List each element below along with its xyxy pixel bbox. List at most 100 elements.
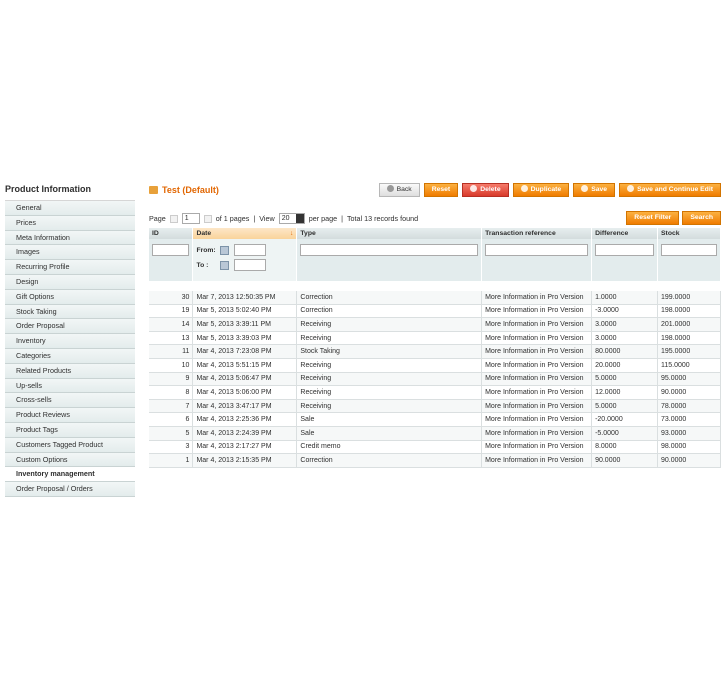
- column-header-difference[interactable]: Difference: [591, 228, 659, 239]
- duplicate-button[interactable]: Duplicate: [512, 183, 570, 197]
- sidebar-item[interactable]: Prices: [5, 215, 135, 231]
- column-header-type[interactable]: Type: [296, 228, 483, 239]
- sidebar-item[interactable]: Up-sells: [5, 378, 135, 394]
- sidebar-item[interactable]: Design: [5, 274, 135, 290]
- cell-date: Mar 5, 2013 3:39:03 PM: [192, 331, 298, 346]
- sidebar-item[interactable]: Categories: [5, 348, 135, 364]
- table-row[interactable]: 10 Mar 4, 2013 5:51:15 PM Receiving More In…: [149, 358, 721, 373]
- cell-id: 13: [149, 331, 194, 346]
- cell-type: Stock Taking: [296, 344, 483, 359]
- calendar-icon[interactable]: [220, 245, 230, 255]
- cell-id: 3: [149, 440, 194, 455]
- cell-stock: 90.0000: [657, 453, 721, 468]
- cell-ref: More Information in Pro Version: [481, 317, 593, 332]
- cell-stock: 195.0000: [657, 344, 721, 359]
- cell-id: 5: [149, 426, 194, 441]
- column-header-transaction-reference[interactable]: Transaction reference: [481, 228, 593, 239]
- back-arrow-icon: [386, 185, 394, 192]
- cell-type: Sale: [296, 412, 483, 427]
- sidebar-item[interactable]: General: [5, 201, 135, 216]
- table-row[interactable]: 13 Mar 5, 2013 3:39:03 PM Receiving More In…: [149, 331, 721, 346]
- cell-date: Mar 4, 2013 2:24:39 PM: [192, 426, 298, 441]
- sidebar-item[interactable]: Gift Options: [5, 289, 135, 305]
- table-row[interactable]: 1 Mar 4, 2013 2:15:35 PM Correction More In…: [149, 453, 721, 468]
- table-row[interactable]: 7 Mar 4, 2013 3:47:17 PM Receiving More Inf…: [149, 399, 721, 414]
- calendar-icon[interactable]: [220, 260, 230, 270]
- sidebar-item[interactable]: Order Proposal: [5, 319, 135, 335]
- sidebar-item[interactable]: Cross-sells: [5, 393, 135, 409]
- sidebar-item[interactable]: Stock Taking: [5, 304, 135, 320]
- cell-diff: 8.0000: [591, 440, 659, 455]
- delete-button[interactable]: Delete: [462, 183, 509, 197]
- table-row[interactable]: 14 Mar 5, 2013 3:39:11 PM Receiving More In…: [149, 317, 721, 332]
- column-header-id[interactable]: ID: [149, 228, 194, 239]
- table-row[interactable]: 9 Mar 4, 2013 5:06:47 PM Receiving More Inf…: [149, 372, 721, 387]
- cell-ref: More Information in Pro Version: [481, 372, 593, 387]
- table-row[interactable]: 19 Mar 5, 2013 5:02:40 PM Correction More I…: [149, 304, 721, 319]
- stock-movement-grid: ID Date ↓ Type Transaction reference Diff…: [149, 228, 721, 468]
- per-page-select[interactable]: 20: [278, 213, 305, 224]
- reset-button[interactable]: Reset: [423, 183, 459, 197]
- reset-filter-button[interactable]: Reset Filter: [626, 211, 680, 225]
- stock-filter-input[interactable]: [661, 244, 717, 256]
- prev-page-arrow-icon[interactable]: [169, 214, 178, 223]
- table-row[interactable]: 3 Mar 4, 2013 2:17:27 PM Credit memo More I…: [149, 440, 721, 455]
- save-button[interactable]: Save: [573, 183, 616, 197]
- cell-diff: 3.0000: [591, 331, 659, 346]
- sidebar-item[interactable]: Related Products: [5, 363, 135, 379]
- next-page-arrow-icon[interactable]: [203, 214, 212, 223]
- total-records-text: Total 13 records found: [346, 214, 419, 223]
- table-row[interactable]: 8 Mar 4, 2013 5:06:00 PM Receiving More Inf…: [149, 385, 721, 400]
- column-header-date[interactable]: Date ↓: [192, 228, 298, 239]
- cell-type: Correction: [296, 291, 483, 305]
- sidebar-item[interactable]: Recurring Profile: [5, 260, 135, 275]
- sidebar-item[interactable]: Customers Tagged Product: [5, 437, 135, 453]
- cell-id: 10: [149, 358, 194, 373]
- column-header-stock[interactable]: Stock: [657, 228, 721, 239]
- search-button[interactable]: Search: [682, 211, 721, 225]
- cell-diff: 5.0000: [591, 372, 659, 387]
- cell-stock: 115.0000: [657, 358, 721, 373]
- sidebar-title: Product Information: [5, 184, 135, 201]
- cell-ref: More Information in Pro Version: [481, 412, 593, 427]
- cell-stock: 78.0000: [657, 399, 721, 414]
- cell-stock: 93.0000: [657, 426, 721, 441]
- cell-type: Receiving: [296, 399, 483, 414]
- cell-diff: 90.0000: [591, 453, 659, 468]
- page-title: Test (Default): [149, 185, 219, 195]
- cell-diff: 1.0000: [591, 291, 659, 305]
- type-filter-input[interactable]: [300, 244, 479, 256]
- save-and-continue-button[interactable]: Save and Continue Edit: [619, 183, 721, 197]
- sidebar-item[interactable]: Order Proposal / Orders: [5, 482, 135, 497]
- sidebar-item[interactable]: Product Reviews: [5, 408, 135, 423]
- table-row[interactable]: 6 Mar 4, 2013 2:25:36 PM Sale More Informat…: [149, 412, 721, 427]
- sidebar-item[interactable]: Inventory management: [5, 467, 135, 483]
- cell-stock: 198.0000: [657, 304, 721, 319]
- date-from-input[interactable]: [234, 244, 267, 256]
- cell-type: Receiving: [296, 331, 483, 346]
- cell-id: 6: [149, 412, 194, 427]
- cell-type: Receiving: [296, 372, 483, 387]
- sidebar-item[interactable]: Product Tags: [5, 422, 135, 438]
- cell-stock: 201.0000: [657, 317, 721, 332]
- per-page-text: per page: [308, 214, 338, 223]
- cell-stock: 73.0000: [657, 412, 721, 427]
- table-row[interactable]: 11 Mar 4, 2013 7:23:08 PM Stock Taking More…: [149, 344, 721, 359]
- sidebar-item[interactable]: Inventory: [5, 334, 135, 349]
- id-filter-input[interactable]: [152, 244, 190, 256]
- sidebar-item[interactable]: Images: [5, 245, 135, 261]
- reference-filter-input[interactable]: [485, 244, 589, 256]
- back-button[interactable]: Back: [378, 183, 420, 197]
- cell-ref: More Information in Pro Version: [481, 399, 593, 414]
- table-row[interactable]: 5 Mar 4, 2013 2:24:39 PM Sale More Informat…: [149, 426, 721, 441]
- date-to-input[interactable]: [234, 259, 267, 271]
- difference-filter-input[interactable]: [595, 244, 655, 256]
- action-buttons: Back Reset Delete Duplicate Save Save an…: [378, 183, 721, 197]
- product-box-icon: [149, 186, 158, 194]
- sidebar-item[interactable]: Meta Information: [5, 230, 135, 246]
- page-number-input[interactable]: 1: [181, 213, 200, 224]
- cell-stock: 98.0000: [657, 440, 721, 455]
- sidebar-item[interactable]: Custom Options: [5, 452, 135, 468]
- table-row[interactable]: 30 Mar 7, 2013 12:50:35 PM Correction More …: [149, 291, 721, 305]
- delete-icon: [470, 185, 478, 192]
